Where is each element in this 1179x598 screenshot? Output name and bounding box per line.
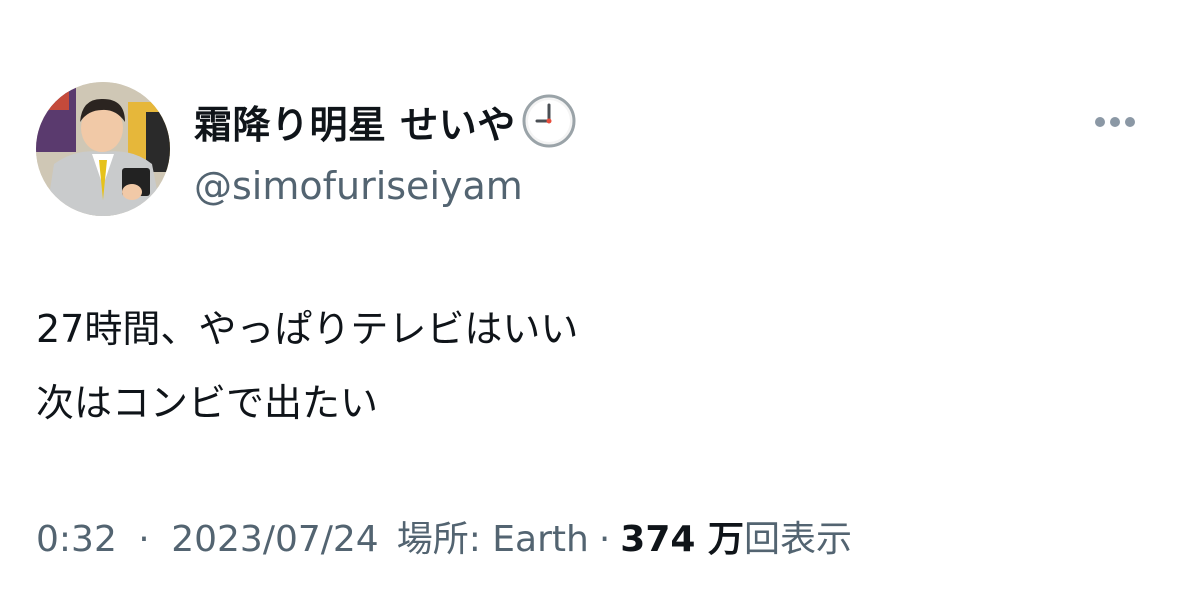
display-name-row: 霜降り明星 せいや	[194, 90, 578, 152]
tweet-time: 0:32	[36, 519, 117, 560]
tweet-date: 2023/07/24	[171, 519, 379, 560]
tweet-text-line-1: 27時間、やっぱりテレビはいい	[36, 307, 579, 351]
tweet-location[interactable]: 場所: Earth	[397, 510, 589, 562]
views-label: 回表示	[743, 519, 852, 560]
clock-nine-icon	[520, 92, 578, 150]
tweet-timestamp[interactable]: 0:32 · 2023/07/24	[36, 519, 379, 560]
views-count[interactable]: 374 万	[620, 510, 744, 562]
more-options-button[interactable]	[1088, 108, 1142, 136]
tweet-meta: 0:32 · 2023/07/24 場所: Earth · 374 万 回表示	[36, 510, 852, 562]
avatar[interactable]	[36, 82, 170, 216]
meta-separator: ·	[598, 519, 611, 560]
display-name[interactable]: 霜降り明星 せいや	[194, 94, 516, 149]
more-dots-icon	[1095, 117, 1135, 127]
user-handle[interactable]: @simofuriseiyam	[194, 164, 578, 208]
tweet-card: 霜降り明星 せいや @simofuriseiyam 27時間、やっぱりテレビはい…	[0, 0, 1179, 598]
avatar-photo	[36, 82, 170, 216]
meta-separator: ·	[138, 519, 150, 560]
tweet-text: 27時間、やっぱりテレビはいい 次はコンビで出たい	[36, 292, 578, 440]
author-block: 霜降り明星 せいや @simofuriseiyam	[194, 90, 578, 208]
tweet-text-line-2: 次はコンビで出たい	[36, 381, 379, 425]
